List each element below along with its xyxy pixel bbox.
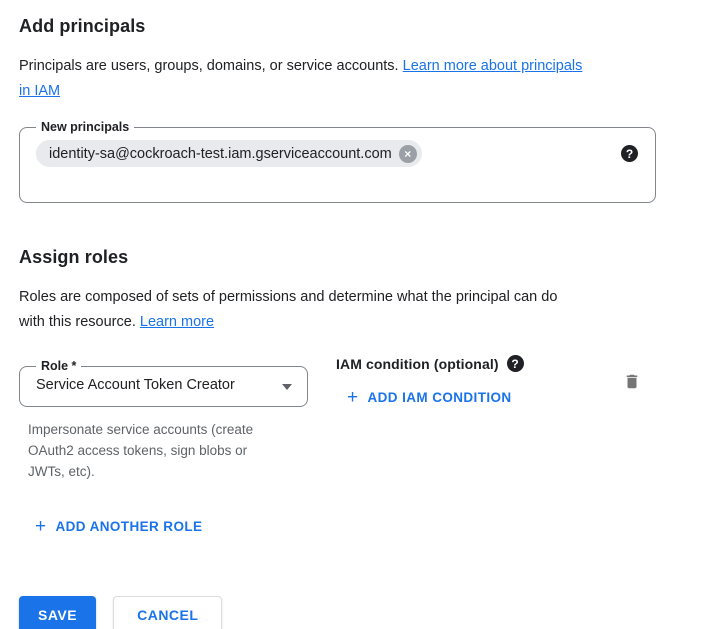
principal-chip-value: identity-sa@cockroach-test.iam.gservicea… [49, 146, 392, 162]
chip-remove-icon[interactable]: × [399, 145, 417, 163]
action-buttons-row: SAVE CANCEL [19, 596, 713, 629]
delete-role-button[interactable] [623, 372, 641, 391]
role-column: Role * Service Account Token Creator Imp… [19, 366, 308, 482]
assign-roles-title: Assign roles [19, 245, 713, 269]
role-description: Impersonate service accounts (create OAu… [19, 419, 308, 482]
close-icon: × [404, 147, 411, 161]
save-button[interactable]: SAVE [19, 596, 96, 629]
new-principals-field[interactable]: New principals identity-sa@cockroach-tes… [19, 127, 656, 203]
assign-roles-text: Roles are composed of sets of permission… [19, 289, 557, 330]
add-iam-condition-button[interactable]: + ADD IAM CONDITION [336, 389, 512, 407]
plus-icon: + [347, 390, 359, 406]
trash-icon [623, 372, 641, 391]
assign-roles-paragraph: Roles are composed of sets of permission… [19, 285, 695, 335]
add-another-role-button[interactable]: + ADD ANOTHER ROLE [19, 518, 202, 536]
dropdown-arrow-icon [282, 384, 292, 390]
role-selected-value: Service Account Token Creator [36, 377, 235, 393]
new-principals-label: New principals [36, 119, 134, 136]
add-iam-condition-label: ADD IAM CONDITION [368, 389, 512, 407]
page-title: Add principals [19, 14, 713, 38]
delete-role-column [623, 372, 641, 396]
iam-condition-column: IAM condition (optional) ? + ADD IAM CON… [336, 355, 524, 408]
role-row: Role * Service Account Token Creator Imp… [19, 366, 713, 482]
iam-condition-help-icon[interactable]: ? [507, 355, 524, 372]
add-another-role-label: ADD ANOTHER ROLE [56, 518, 203, 536]
new-principals-help-icon[interactable]: ? [621, 145, 638, 162]
role-label: Role * [36, 358, 81, 375]
role-select[interactable]: Role * Service Account Token Creator [19, 366, 308, 407]
cancel-button[interactable]: CANCEL [113, 596, 222, 629]
learn-more-roles-link[interactable]: Learn more [140, 314, 214, 330]
add-principals-panel: Add principals Principals are users, gro… [0, 0, 713, 629]
principal-chip: identity-sa@cockroach-test.iam.gservicea… [36, 140, 422, 167]
intro-paragraph: Principals are users, groups, domains, o… [19, 54, 695, 104]
iam-condition-label: IAM condition (optional) [336, 356, 499, 372]
intro-text: Principals are users, groups, domains, o… [19, 58, 403, 74]
plus-icon: + [35, 519, 47, 535]
iam-condition-label-row: IAM condition (optional) ? [336, 355, 524, 372]
